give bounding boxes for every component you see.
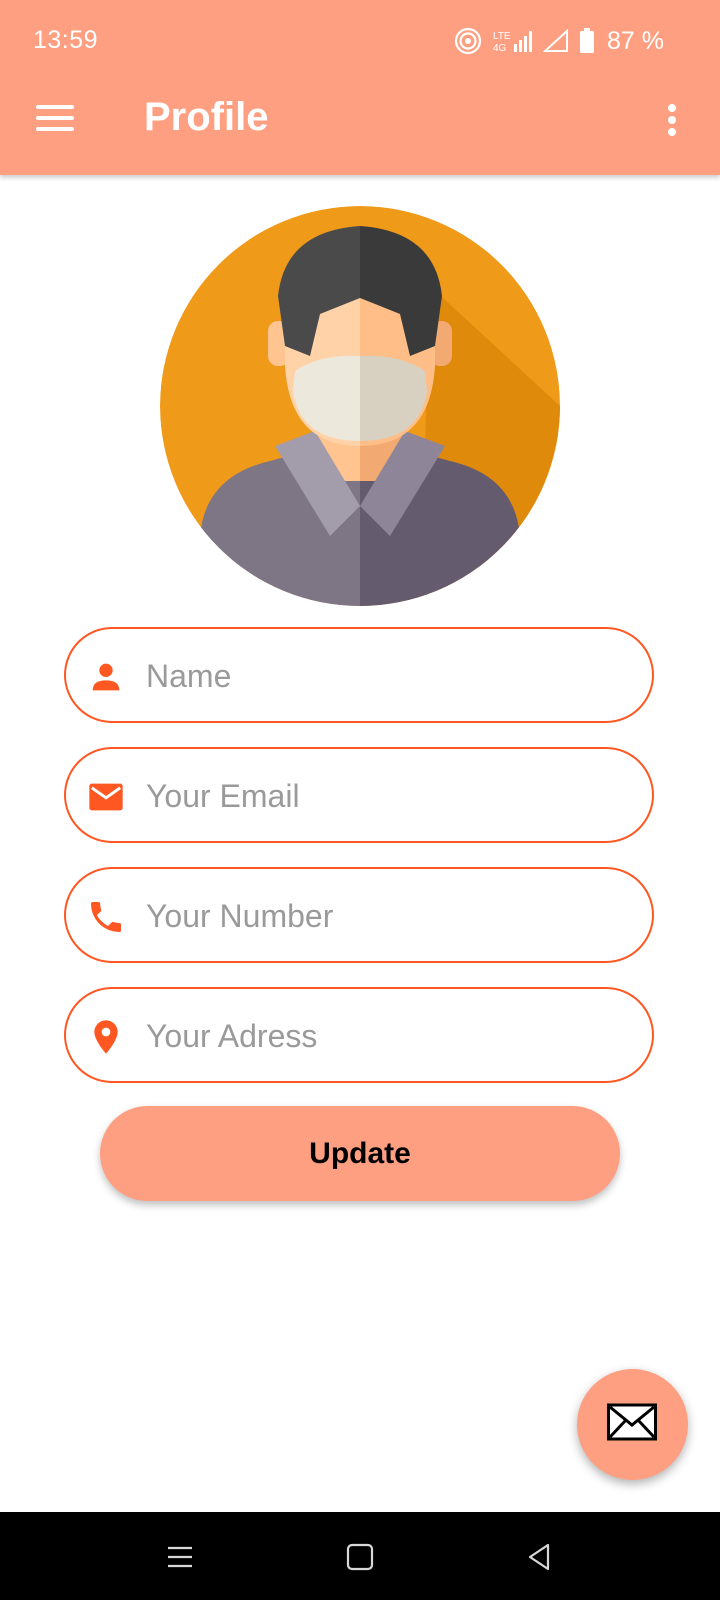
menu-icon[interactable] bbox=[36, 103, 76, 133]
phone-field[interactable] bbox=[64, 867, 654, 963]
battery-level: 87 % bbox=[607, 26, 664, 55]
battery-icon bbox=[580, 28, 595, 53]
address-input[interactable] bbox=[144, 989, 628, 1083]
phone-icon bbox=[91, 902, 121, 932]
more-vert-icon[interactable] bbox=[660, 100, 684, 140]
name-field[interactable] bbox=[64, 627, 654, 723]
email-input[interactable] bbox=[144, 749, 628, 843]
profile-avatar[interactable] bbox=[160, 206, 560, 606]
back-icon[interactable] bbox=[520, 1540, 560, 1574]
location-icon bbox=[94, 1020, 118, 1054]
signal-icon bbox=[543, 29, 569, 52]
name-input[interactable] bbox=[144, 629, 628, 723]
app-header: 13:59 LTE 4G 87 % Profile bbox=[0, 0, 720, 175]
person-icon bbox=[92, 663, 120, 691]
page-title: Profile bbox=[144, 95, 269, 139]
update-button[interactable]: Update bbox=[100, 1106, 620, 1201]
address-field[interactable] bbox=[64, 987, 654, 1083]
phone-input[interactable] bbox=[144, 869, 628, 963]
svg-text:LTE: LTE bbox=[493, 31, 511, 42]
status-time: 13:59 bbox=[33, 26, 99, 54]
home-icon[interactable] bbox=[340, 1540, 380, 1574]
svg-text:4G: 4G bbox=[493, 43, 507, 54]
mail-icon bbox=[607, 1403, 657, 1441]
recents-icon[interactable] bbox=[160, 1540, 200, 1574]
hotspot-icon bbox=[454, 27, 482, 55]
system-nav-bar bbox=[0, 1512, 720, 1600]
email-field[interactable] bbox=[64, 747, 654, 843]
status-icons: LTE 4G 87 % bbox=[453, 26, 664, 56]
email-icon bbox=[89, 783, 123, 811]
lte-signal-icon: LTE 4G bbox=[493, 31, 533, 54]
mail-fab-button[interactable] bbox=[577, 1369, 688, 1480]
